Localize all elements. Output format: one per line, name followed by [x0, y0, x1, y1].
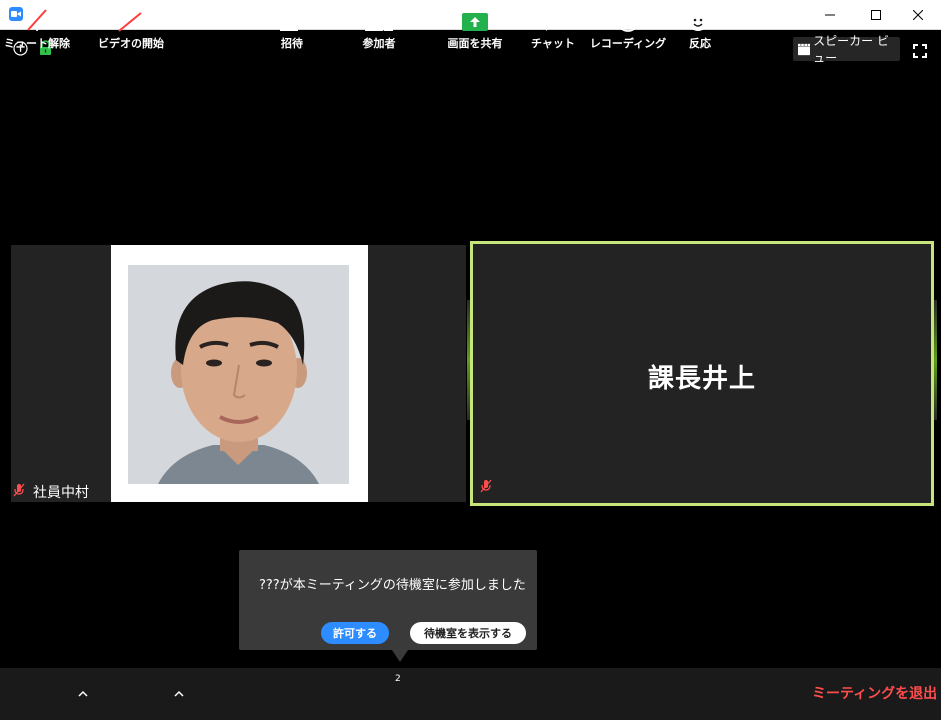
fullscreen-icon[interactable]	[913, 43, 927, 62]
close-icon	[913, 10, 923, 20]
share-screen-icon	[462, 0, 488, 32]
recording-button[interactable]: レコーディング	[590, 0, 666, 52]
start-video-label: ビデオの開始	[98, 37, 164, 50]
notification-message: ???が本ミーティングの待機室に参加しました	[259, 578, 526, 593]
close-button[interactable]	[895, 0, 941, 30]
recording-label: レコーディング	[589, 37, 667, 50]
participant-name-tag-left: 社員中村	[13, 482, 89, 502]
participants-count-badge: 2	[395, 674, 401, 684]
waiting-room-notification: ???が本ミーティングの待機室に参加しました 許可する 待機室を表示する	[239, 550, 537, 650]
minimize-button[interactable]	[807, 0, 853, 30]
video-options-caret-icon[interactable]	[174, 683, 184, 702]
admit-button[interactable]: 許可する	[321, 622, 389, 644]
muted-mic-icon	[480, 478, 492, 497]
share-screen-label: 画面を共有	[447, 37, 503, 50]
share-screen-button[interactable]: 画面を共有	[441, 0, 509, 52]
audio-options-caret-icon[interactable]	[78, 683, 88, 702]
minimize-icon	[825, 14, 835, 16]
participants-label: 参加者	[362, 37, 396, 50]
participant-profile-photo	[128, 265, 349, 484]
add-person-icon	[279, 0, 305, 32]
reactions-label: 反応	[689, 37, 711, 50]
muted-mic-icon	[13, 483, 25, 501]
maximize-button[interactable]	[853, 0, 899, 30]
participant-name-left: 社員中村	[33, 485, 89, 501]
video-off-icon	[118, 0, 144, 32]
muted-microphone-icon	[26, 0, 48, 32]
speaker-view-button[interactable]: スピーカー ビュー	[793, 34, 900, 65]
chat-button[interactable]: チャット	[530, 0, 576, 52]
maximize-icon	[871, 10, 881, 20]
start-video-button[interactable]: ビデオの開始	[94, 0, 168, 52]
speaker-view-label: スピーカー ビュー	[813, 34, 889, 65]
record-icon	[617, 0, 639, 32]
reactions-button[interactable]: 反応	[682, 0, 718, 52]
view-waiting-room-button[interactable]: 待機室を表示する	[410, 622, 526, 644]
participants-icon	[365, 0, 393, 32]
unmute-label: ミュート解除	[4, 37, 70, 50]
meeting-toolbar	[0, 668, 941, 720]
chat-label: チャット	[531, 37, 575, 50]
speaker-view-icon	[798, 43, 811, 55]
chat-bubble-icon	[541, 0, 565, 32]
notification-pointer	[392, 650, 408, 662]
participant-tile-right[interactable]: 課長井上	[470, 241, 934, 506]
active-speaker-glow-right	[934, 300, 937, 420]
participant-name-right: 課長井上	[647, 364, 756, 394]
leave-meeting-button[interactable]: ミーティングを退出	[812, 683, 937, 703]
invite-label: 招待	[281, 37, 303, 50]
unmute-button[interactable]: ミュート解除	[0, 0, 74, 52]
reactions-smiley-icon	[688, 0, 712, 32]
participants-button[interactable]: 参加者	[352, 0, 406, 52]
invite-button[interactable]: 招待	[270, 0, 314, 52]
